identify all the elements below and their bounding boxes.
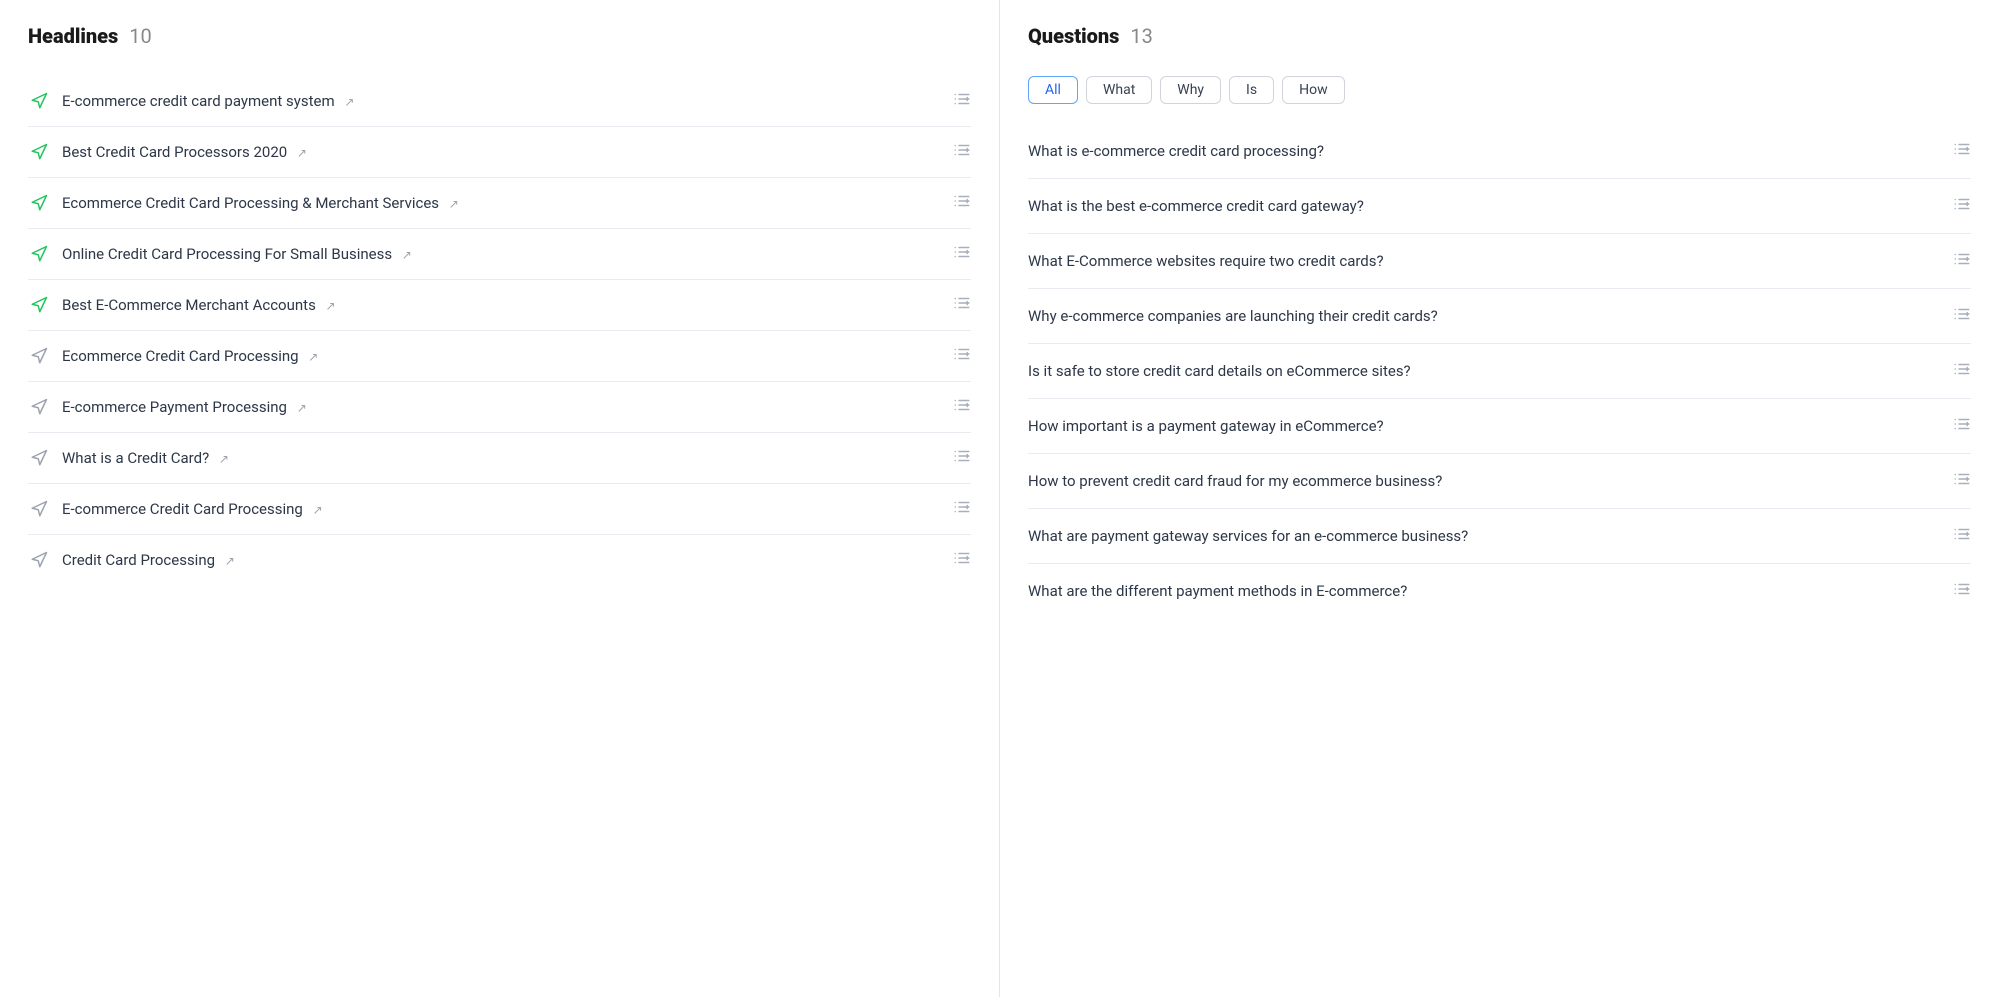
add-to-list-icon[interactable]: [953, 396, 971, 418]
question-text: Why e-commerce companies are launching t…: [1028, 307, 1941, 325]
question-add-icon[interactable]: [1953, 305, 1971, 327]
question-item[interactable]: Why e-commerce companies are launching t…: [1028, 289, 1971, 344]
question-text: How important is a payment gateway in eC…: [1028, 417, 1941, 435]
question-text: What are payment gateway services for an…: [1028, 527, 1941, 545]
question-item[interactable]: Is it safe to store credit card details …: [1028, 344, 1971, 399]
megaphone-icon: [28, 549, 50, 571]
external-link-icon: ↗: [326, 299, 336, 313]
filter-btn-what[interactable]: What: [1086, 76, 1152, 104]
megaphone-icon: [28, 447, 50, 469]
question-text: What is e-commerce credit card processin…: [1028, 142, 1941, 160]
question-add-icon[interactable]: [1953, 360, 1971, 382]
question-text: What is the best e-commerce credit card …: [1028, 197, 1941, 215]
filter-btn-how[interactable]: How: [1282, 76, 1345, 104]
add-to-list-icon[interactable]: [953, 294, 971, 316]
main-container: Headlines 10 E-commerce credit card paym…: [0, 0, 1999, 997]
question-add-icon[interactable]: [1953, 195, 1971, 217]
question-add-icon[interactable]: [1953, 470, 1971, 492]
headline-text: E-commerce Credit Card Processing ↗: [62, 500, 941, 518]
add-to-list-icon[interactable]: [953, 447, 971, 469]
external-link-icon: ↗: [219, 452, 229, 466]
filter-btn-is[interactable]: Is: [1229, 76, 1274, 104]
questions-list: What is e-commerce credit card processin…: [1028, 124, 1971, 618]
headline-item[interactable]: Best Credit Card Processors 2020 ↗: [28, 127, 971, 178]
external-link-icon: ↗: [297, 146, 307, 160]
headline-item[interactable]: What is a Credit Card? ↗: [28, 433, 971, 484]
question-add-icon[interactable]: [1953, 415, 1971, 437]
external-link-icon: ↗: [313, 503, 323, 517]
headline-item[interactable]: E-commerce Payment Processing ↗: [28, 382, 971, 433]
question-item[interactable]: How important is a payment gateway in eC…: [1028, 399, 1971, 454]
questions-count: 13: [1130, 24, 1152, 48]
headline-text: What is a Credit Card? ↗: [62, 449, 941, 467]
megaphone-icon: [28, 90, 50, 112]
add-to-list-icon[interactable]: [953, 243, 971, 265]
question-text: What E-Commerce websites require two cre…: [1028, 252, 1941, 270]
megaphone-icon: [28, 141, 50, 163]
headline-text: Best Credit Card Processors 2020 ↗: [62, 143, 941, 161]
external-link-icon: ↗: [308, 350, 318, 364]
headline-text: Online Credit Card Processing For Small …: [62, 245, 941, 263]
headlines-header: Headlines 10: [28, 24, 971, 56]
headline-item[interactable]: Ecommerce Credit Card Processing & Merch…: [28, 178, 971, 229]
add-to-list-icon[interactable]: [953, 498, 971, 520]
megaphone-icon: [28, 294, 50, 316]
question-text: How to prevent credit card fraud for my …: [1028, 472, 1941, 490]
external-link-icon: ↗: [225, 554, 235, 568]
headline-item[interactable]: Ecommerce Credit Card Processing ↗: [28, 331, 971, 382]
question-item[interactable]: How to prevent credit card fraud for my …: [1028, 454, 1971, 509]
question-text: What are the different payment methods i…: [1028, 582, 1941, 600]
add-to-list-icon[interactable]: [953, 141, 971, 163]
add-to-list-icon[interactable]: [953, 90, 971, 112]
add-to-list-icon[interactable]: [953, 549, 971, 571]
question-add-icon[interactable]: [1953, 250, 1971, 272]
question-item[interactable]: What is e-commerce credit card processin…: [1028, 124, 1971, 179]
question-add-icon[interactable]: [1953, 580, 1971, 602]
headline-item[interactable]: E-commerce Credit Card Processing ↗: [28, 484, 971, 535]
megaphone-icon: [28, 243, 50, 265]
headline-text: Credit Card Processing ↗: [62, 551, 941, 569]
megaphone-icon: [28, 345, 50, 367]
headline-item[interactable]: Credit Card Processing ↗: [28, 535, 971, 585]
external-link-icon: ↗: [297, 401, 307, 415]
headlines-panel: Headlines 10 E-commerce credit card paym…: [0, 0, 1000, 997]
megaphone-icon: [28, 396, 50, 418]
headline-item[interactable]: E-commerce credit card payment system ↗: [28, 76, 971, 127]
headline-text: Ecommerce Credit Card Processing ↗: [62, 347, 941, 365]
filter-btn-all[interactable]: All: [1028, 76, 1078, 104]
questions-panel: Questions 13 All What Why Is How What is e-c…: [1000, 0, 1999, 997]
headline-text: E-commerce Payment Processing ↗: [62, 398, 941, 416]
question-item[interactable]: What E-Commerce websites require two cre…: [1028, 234, 1971, 289]
question-add-icon[interactable]: [1953, 140, 1971, 162]
external-link-icon: ↗: [402, 248, 412, 262]
filter-btn-why[interactable]: Why: [1160, 76, 1221, 104]
headlines-count: 10: [129, 24, 151, 48]
add-to-list-icon[interactable]: [953, 345, 971, 367]
question-text: Is it safe to store credit card details …: [1028, 362, 1941, 380]
questions-header: Questions 13: [1028, 24, 1971, 56]
headline-text: Best E-Commerce Merchant Accounts ↗: [62, 296, 941, 314]
filter-row: All What Why Is How: [1028, 76, 1971, 104]
headline-item[interactable]: Online Credit Card Processing For Small …: [28, 229, 971, 280]
megaphone-icon: [28, 192, 50, 214]
megaphone-icon: [28, 498, 50, 520]
question-item[interactable]: What are the different payment methods i…: [1028, 564, 1971, 618]
headlines-title: Headlines: [28, 24, 118, 48]
external-link-icon: ↗: [344, 95, 354, 109]
questions-title: Questions: [1028, 24, 1119, 48]
question-item[interactable]: What is the best e-commerce credit card …: [1028, 179, 1971, 234]
headline-item[interactable]: Best E-Commerce Merchant Accounts ↗: [28, 280, 971, 331]
headlines-list: E-commerce credit card payment system ↗ …: [28, 76, 971, 585]
headline-text: Ecommerce Credit Card Processing & Merch…: [62, 194, 941, 212]
headline-text: E-commerce credit card payment system ↗: [62, 92, 941, 110]
question-item[interactable]: What are payment gateway services for an…: [1028, 509, 1971, 564]
add-to-list-icon[interactable]: [953, 192, 971, 214]
external-link-icon: ↗: [449, 197, 459, 211]
question-add-icon[interactable]: [1953, 525, 1971, 547]
